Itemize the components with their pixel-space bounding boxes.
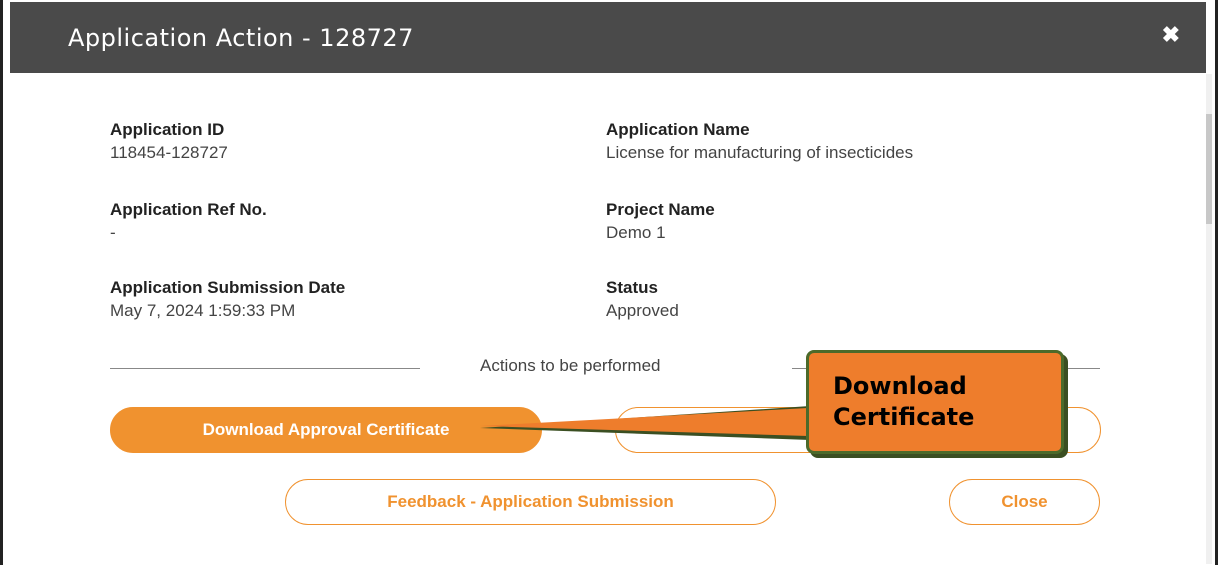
annotation-pointer xyxy=(480,406,810,440)
callout-line-1: Download xyxy=(833,372,967,400)
download-certificate-callout: Download Certificate xyxy=(806,350,1064,454)
callout-line-2: Certificate xyxy=(833,403,975,431)
